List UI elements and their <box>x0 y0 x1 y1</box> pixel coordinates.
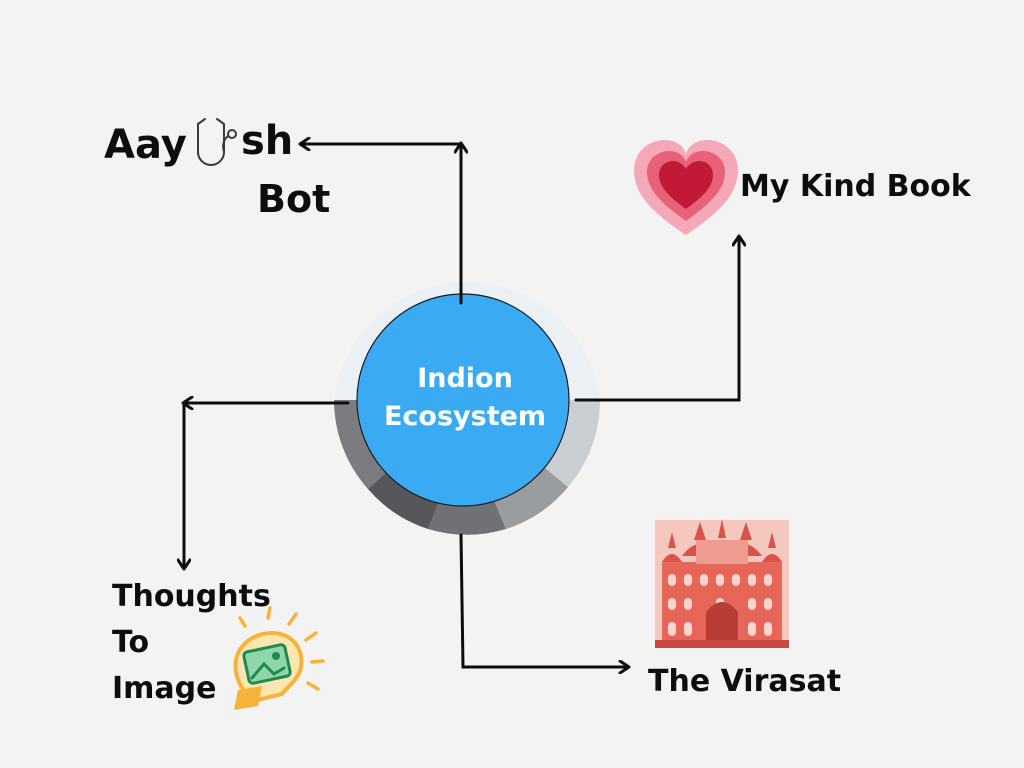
aayush-bot-label-part1: Aay <box>104 122 187 168</box>
heart-icon <box>634 140 738 235</box>
palace-icon <box>655 519 789 648</box>
thoughts-to-image-line1: Thoughts <box>112 579 271 614</box>
arrow-to-my-kind-book <box>574 237 739 402</box>
arrow-to-the-virasat <box>459 533 628 667</box>
the-virasat-label: The Virasat <box>648 664 842 699</box>
aayush-bot-label-part2: sh <box>241 118 294 164</box>
aayush-bot-label-part3: Bot <box>257 177 331 221</box>
thoughts-to-image-label: Thoughts To Image <box>112 574 271 712</box>
center-label-line1: Indion <box>417 363 513 394</box>
thoughts-to-image-line3: Image <box>112 671 217 706</box>
my-kind-book-label: My Kind Book <box>740 169 971 204</box>
thoughts-to-image-line2: To <box>112 625 150 660</box>
center-label: Indion Ecosystem <box>360 360 570 436</box>
stethoscope-icon <box>197 118 237 166</box>
center-label-line2: Ecosystem <box>383 401 547 432</box>
